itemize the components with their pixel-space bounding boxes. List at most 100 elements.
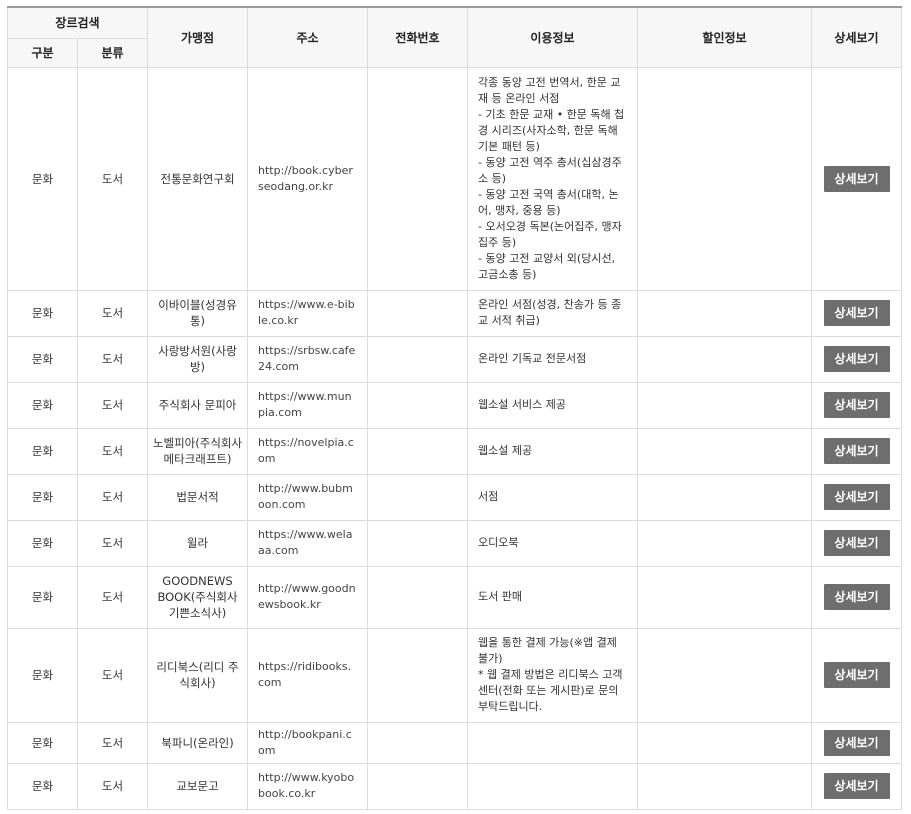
table-row: 문화 도서 법문서적 http://www.bubmoon.com 서점 상세보기 [7,473,903,521]
detail-cell: 상세보기 [811,721,903,764]
category-cell: 문화 [7,519,78,567]
usage-info-cell [467,721,639,764]
table-row: 문화 도서 노벨피아(주식회사 메타크래프트) https://novelpia.co… [7,427,903,475]
address-cell: https://www.munpia.com [247,381,369,429]
usage-info-line: 서점 [478,490,499,503]
genre-search-header: 장르검색 [6,6,149,39]
usage-info-line: 웹을 통한 결제 가능(※앱 결제 불가) [478,636,617,665]
classification-cell: 도서 [76,66,149,291]
merchant-cell: 주식회사 문피아 [147,381,249,429]
classification-cell: 도서 [76,762,149,810]
discount-info-cell [637,762,813,810]
merchant-cell: 노벨피아(주식회사 메타크래프트) [147,427,249,475]
merchant-cell: GOODNEWS BOOK(주식회사 기쁜소식사) [147,565,249,629]
detail-cell: 상세보기 [811,66,903,291]
usage-info-cell: 웹소설 제공 [467,427,639,475]
phone-cell [367,66,469,291]
classification-cell: 도서 [76,721,149,764]
usage-info-cell: 오디오북 [467,519,639,567]
detail-button[interactable]: 상세보기 [823,484,890,510]
usage-info-cell [467,762,639,810]
address-cell: http://book.cyberseodang.or.kr [247,66,369,291]
usage-info-cell: 온라인 기독교 전문서점 [467,335,639,383]
merchant-cell: 북파니(온라인) [147,721,249,764]
detail-button[interactable]: 상세보기 [823,773,890,799]
usage-info-line: 오디오북 [478,536,519,549]
table-row: 문화 도서 전통문화연구회 http://book.cyberseodang.or.k… [7,66,903,291]
detail-cell: 상세보기 [811,762,903,810]
classification-cell: 도서 [76,627,149,723]
usage-info-cell: 온라인 서점(성경, 찬송가 등 종교 서적 취급) [467,289,639,337]
address-cell: http://www.bubmoon.com [247,473,369,521]
usage-info-line: 도서 판매 [478,590,522,603]
usage-info-line: - 동양 고전 국역 총서(대학, 논어, 맹자, 중용 등) [478,187,619,217]
category-header: 구분 [7,37,78,68]
classification-cell: 도서 [76,473,149,521]
phone-cell [367,289,469,337]
address-cell: https://novelpia.com [247,427,369,475]
category-cell: 문화 [7,473,78,521]
discount-info-cell [637,66,813,291]
usage-info-line: - 동양 고전 교양서 외(당시선, 고금소총 등) [478,251,616,281]
phone-cell [367,762,469,810]
discount-info-cell [637,519,813,567]
table-row: 문화 도서 북파니(온라인) http://bookpani.com 상세보기 [7,721,903,764]
discount-info-cell [637,289,813,337]
phone-cell [367,519,469,567]
usage-info-line: 각종 동양 고전 번역서, 한문 교재 등 온라인 서점 [478,75,621,105]
discount-info-cell [637,627,813,723]
category-cell: 문화 [7,721,78,764]
usage-info-cell: 각종 동양 고전 번역서, 한문 교재 등 온라인 서점 - 기초 한문 교재 •… [467,66,639,291]
merchant-table-container: 장르검색 가맹점 주소 전화번호 이용정보 할인정보 상세보기 구분 분류 문화… [6,6,903,810]
detail-button[interactable]: 상세보기 [823,300,890,326]
classification-cell: 도서 [76,565,149,629]
detail-button[interactable]: 상세보기 [823,392,890,418]
detail-cell: 상세보기 [811,473,903,521]
usage-info-cell: 서점 [467,473,639,521]
address-cell: http://www.goodnewsbook.kr [247,565,369,629]
merchant-cell: 법문서적 [147,473,249,521]
address-cell: http://www.kyobobook.co.kr [247,762,369,810]
classification-header: 분류 [76,37,149,68]
detail-button[interactable]: 상세보기 [823,729,890,756]
table-row: 문화 도서 사랑방서원(사랑방) https://srbsw.cafe24.com 온라… [7,335,903,383]
discount-info-cell [637,473,813,521]
detail-button[interactable]: 상세보기 [823,662,890,688]
address-cell: https://www.e-bible.co.kr [247,289,369,337]
category-cell: 문화 [7,565,78,629]
detail-button[interactable]: 상세보기 [823,530,890,556]
classification-cell: 도서 [76,519,149,567]
detail-cell: 상세보기 [811,627,903,723]
detail-button[interactable]: 상세보기 [823,165,890,192]
address-cell: https://srbsw.cafe24.com [247,335,369,383]
phone-cell [367,381,469,429]
category-cell: 문화 [7,627,78,723]
phone-cell [367,565,469,629]
discount-info-header: 할인정보 [637,6,813,68]
detail-button[interactable]: 상세보기 [823,584,890,610]
table-row: 문화 도서 GOODNEWS BOOK(주식회사 기쁜소식사) http://www.… [7,565,903,629]
merchant-cell: 전통문화연구회 [147,66,249,291]
usage-info-line: * 웹 결제 방법은 리디북스 고객센터(전화 또는 게시판)로 문의 부탁드립… [478,668,623,713]
discount-info-cell [637,427,813,475]
discount-info-cell [637,335,813,383]
table-row: 문화 도서 교보문고 http://www.kyobobook.co.kr 상세보기 [7,762,903,810]
merchant-cell: 윌라 [147,519,249,567]
merchant-header: 가맹점 [147,6,249,68]
table-row: 문화 도서 이바이블(성경유통) https://www.e-bible.co.kr 온… [7,289,903,337]
usage-info-cell: 웹을 통한 결제 가능(※앱 결제 불가) * 웹 결제 방법은 리디북스 고객센… [467,627,639,723]
detail-cell: 상세보기 [811,381,903,429]
category-cell: 문화 [7,762,78,810]
address-cell: https://ridibooks.com [247,627,369,723]
classification-cell: 도서 [76,381,149,429]
discount-info-cell [637,565,813,629]
address-cell: https://www.welaaa.com [247,519,369,567]
merchant-table: 장르검색 가맹점 주소 전화번호 이용정보 할인정보 상세보기 구분 분류 문화… [6,6,903,810]
detail-button[interactable]: 상세보기 [823,346,890,372]
phone-cell [367,721,469,764]
category-cell: 문화 [7,427,78,475]
category-cell: 문화 [7,335,78,383]
usage-info-line: - 동양 고전 역주 총서(십삼경주소 등) [478,155,622,185]
phone-cell [367,473,469,521]
detail-button[interactable]: 상세보기 [823,438,890,464]
